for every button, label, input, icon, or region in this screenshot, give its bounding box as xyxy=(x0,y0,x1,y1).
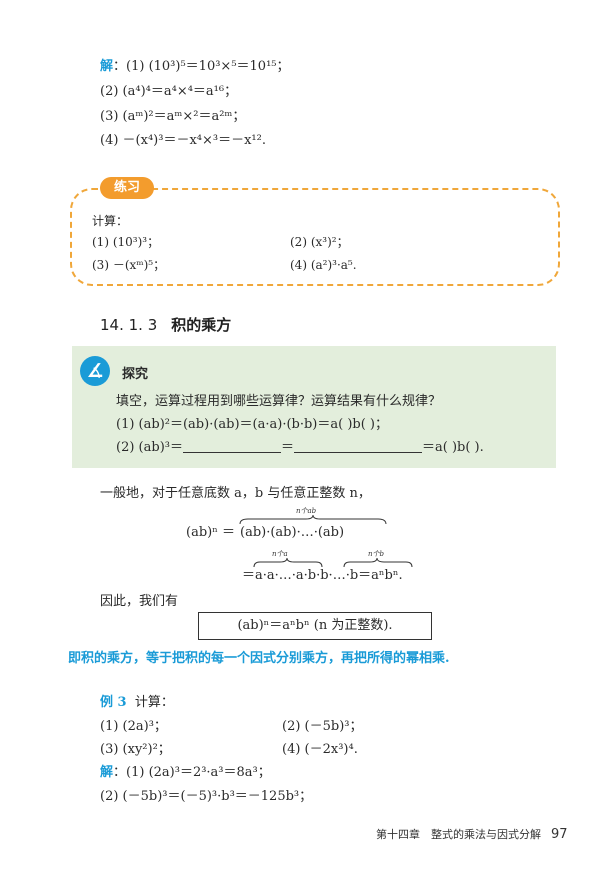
example-header: 例 3 计算： xyxy=(100,695,174,710)
page-number: 97 xyxy=(551,827,568,842)
example-item-2: (2) (－5b)³； xyxy=(282,719,363,734)
practice-item-3: (3) －(xᵐ)⁵； xyxy=(92,258,166,272)
section-number: 14. 1. 3 xyxy=(100,316,158,334)
solution-line-1: 解：(1) (10³)⁵＝10³×⁵＝10¹⁵； xyxy=(100,59,290,74)
example-item-1: (1) (2a)³； xyxy=(100,719,167,734)
therefore-text: 因此，我们有 xyxy=(100,594,179,609)
example-solution-label: 解 xyxy=(100,765,114,780)
compass-icon: ∡ xyxy=(80,356,110,386)
practice-item-2: (2) (x³)²； xyxy=(290,235,349,249)
formula-box: (ab)ⁿ＝aⁿbⁿ (n 为正整数). xyxy=(198,612,432,640)
blank-field-2[interactable] xyxy=(294,440,422,453)
blank-field-1[interactable] xyxy=(182,440,281,453)
example-solution-line-2: (2) (－5b)³＝(－5)³·b³＝－125b³； xyxy=(100,789,313,804)
solution-line-2: (2) (a⁴)⁴＝a⁴×⁴＝a¹⁶； xyxy=(100,84,238,99)
example-solution-line-1: 解：(1) (2a)³＝2³·a³＝8a³； xyxy=(100,765,271,780)
solution-line-3: (3) (aᵐ)²＝aᵐ×²＝a²ᵐ； xyxy=(100,109,246,124)
equation-1-lhs: (ab)ⁿ ＝ xyxy=(186,525,235,540)
solution-line-4: (4) －(x⁴)³＝－x⁴×³＝－x¹². xyxy=(100,133,266,148)
explore-line-1: (1) (ab)²＝(ab)·(ab)＝(a·a)·(b·b)＝a( )b( )… xyxy=(116,417,388,432)
practice-item-4: (4) (a²)³·a⁵. xyxy=(290,258,357,272)
practice-intro: 计算： xyxy=(92,214,129,228)
section-heading: 14. 1. 3 积的乘方 xyxy=(100,314,231,335)
explore-prompt: 填空，运算过程用到哪些运算律？运算结果有什么规律？ xyxy=(116,394,442,409)
example-label: 例 3 xyxy=(100,695,127,710)
practice-item-1: (1) (10³)³； xyxy=(92,235,160,249)
equation-1-rhs: (ab)·(ab)·…·(ab) xyxy=(240,525,345,540)
page-footer: 第十四章 整式的乘法与因式分解 97 xyxy=(376,826,568,842)
example-item-4: (4) (－2x³)⁴. xyxy=(282,742,358,757)
practice-tab: 练习 xyxy=(100,177,154,199)
general-intro: 一般地，对于任意底数 a，b 与任意正整数 n， xyxy=(100,486,371,501)
solution-label: 解 xyxy=(100,59,114,74)
section-title: 积的乘方 xyxy=(171,316,232,334)
explore-line-2: (2) (ab)³＝＝＝a( )b( ). xyxy=(116,440,484,455)
explore-title: 探究 xyxy=(122,367,149,382)
equation-2: ＝a·a·…·a·b·b·…·b＝aⁿbⁿ. xyxy=(242,568,403,583)
example-item-3: (3) (xy²)²； xyxy=(100,742,171,757)
chapter-title: 第十四章 整式的乘法与因式分解 xyxy=(376,828,541,841)
rule-statement: 即积的乘方，等于把积的每一个因式分别乘方，再把所得的幂相乘. xyxy=(68,651,450,666)
